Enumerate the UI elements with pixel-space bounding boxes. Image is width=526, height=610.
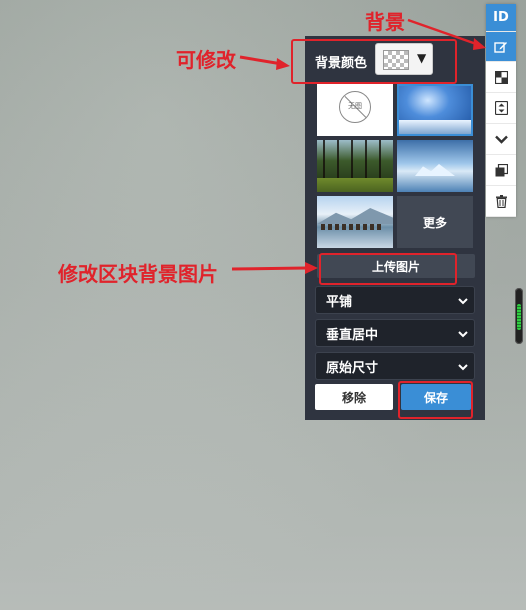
- arrow-modify-bg-head: [305, 262, 318, 274]
- arrow-modify-bg: [231, 266, 307, 271]
- arrow-editable-head: [276, 58, 290, 70]
- arrow-background: [407, 18, 483, 48]
- annotation-arrows: [231, 18, 486, 274]
- arrow-editable: [239, 55, 283, 66]
- arrow-background-head: [473, 38, 486, 50]
